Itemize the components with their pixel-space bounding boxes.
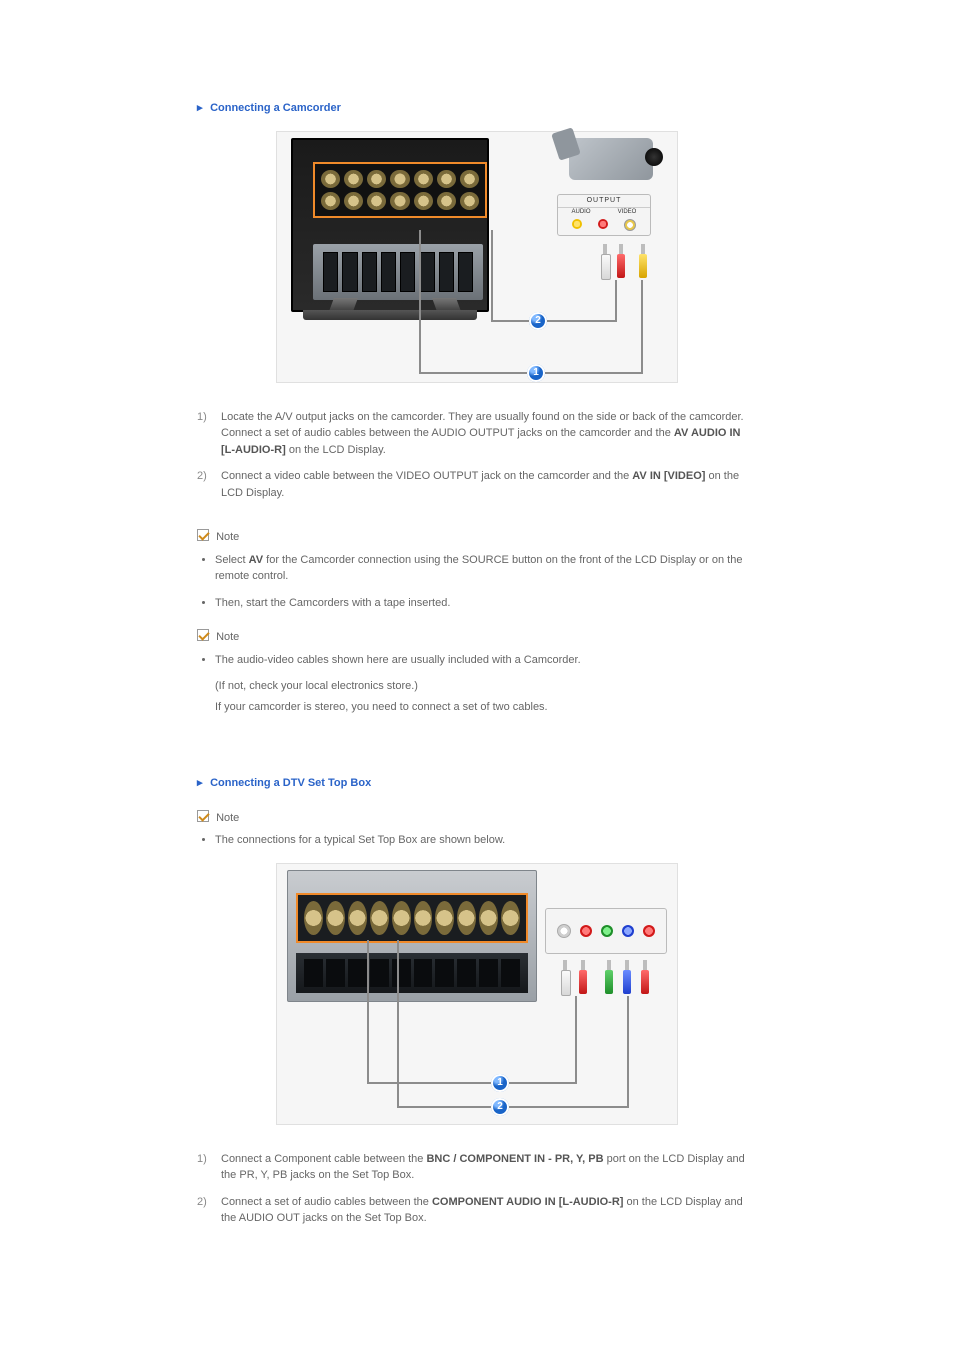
camcorder-connection-diagram: OUTPUT AUDIO VIDEO 2 1 bbox=[276, 131, 678, 383]
check-icon bbox=[197, 810, 209, 822]
camcorder-graphic bbox=[569, 138, 653, 180]
section-title: Connecting a DTV Set Top Box bbox=[210, 777, 371, 789]
component-r-plug-icon bbox=[641, 960, 649, 994]
note-list: The connections for a typical Set Top Bo… bbox=[197, 832, 757, 849]
step-index: 1) bbox=[197, 1151, 221, 1194]
callout-badge-1: 1 bbox=[491, 1074, 509, 1092]
video-plug-icon bbox=[639, 244, 647, 278]
highlighted-rear-panel bbox=[313, 162, 487, 218]
list-item: The connections for a typical Set Top Bo… bbox=[215, 832, 757, 849]
lcd-display-graphic bbox=[291, 138, 489, 312]
step-index: 2) bbox=[197, 1194, 221, 1237]
step-body: Connect a video cable between the VIDEO … bbox=[221, 468, 757, 511]
page-content: ▸ Connecting a Camcorder OUTPUT AUDIO VI… bbox=[197, 0, 757, 1307]
video-jack-icon bbox=[624, 219, 636, 231]
note-label: Note bbox=[197, 810, 757, 827]
audio-l-plug-icon bbox=[561, 960, 569, 996]
section-title: Connecting a Camcorder bbox=[210, 102, 341, 114]
callout-badge-2: 2 bbox=[491, 1098, 509, 1116]
audio-r-plug-icon bbox=[617, 244, 625, 278]
audio-r-jack-icon bbox=[598, 219, 608, 229]
section-heading-camcorder: ▸ Connecting a Camcorder bbox=[197, 100, 757, 117]
list-item: The audio-video cables shown here are us… bbox=[215, 652, 757, 716]
camcorder-steps: 1) Locate the A/V output jacks on the ca… bbox=[197, 409, 757, 512]
output-audio-label: AUDIO bbox=[558, 208, 604, 217]
chevron-right-icon: ▸ bbox=[197, 100, 207, 117]
component-pb-jack-icon bbox=[622, 925, 634, 937]
audio-l-plug-icon bbox=[601, 244, 609, 280]
check-icon bbox=[197, 529, 209, 541]
note-list: The audio-video cables shown here are us… bbox=[197, 652, 757, 716]
audio-r-plug-icon bbox=[579, 960, 587, 994]
camcorder-output-panel: OUTPUT AUDIO VIDEO bbox=[557, 194, 651, 236]
note-label: Note bbox=[197, 629, 757, 646]
highlighted-rear-panel bbox=[296, 893, 528, 943]
component-b-plug-icon bbox=[623, 960, 631, 994]
dtv-steps: 1) Connect a Component cable between the… bbox=[197, 1151, 757, 1237]
step-index: 2) bbox=[197, 468, 221, 511]
component-pr-jack-icon bbox=[643, 925, 655, 937]
step-index: 1) bbox=[197, 409, 221, 469]
component-y-jack-icon bbox=[601, 925, 613, 937]
output-label: OUTPUT bbox=[558, 195, 650, 209]
list-item: Select AV for the Camcorder connection u… bbox=[215, 552, 757, 585]
set-top-box-output-panel bbox=[545, 908, 667, 954]
list-item: Then, start the Camcorders with a tape i… bbox=[215, 595, 757, 612]
audio-l-jack-icon bbox=[572, 219, 582, 229]
check-icon bbox=[197, 629, 209, 641]
component-g-plug-icon bbox=[605, 960, 613, 994]
step-body: Locate the A/V output jacks on the camco… bbox=[221, 409, 757, 469]
chevron-right-icon: ▸ bbox=[197, 775, 207, 792]
callout-badge-2: 2 bbox=[529, 312, 547, 330]
step-body: Connect a set of audio cables between th… bbox=[221, 1194, 757, 1237]
audio-jack-icon bbox=[557, 924, 571, 938]
step-body: Connect a Component cable between the BN… bbox=[221, 1151, 757, 1194]
section-heading-dtv: ▸ Connecting a DTV Set Top Box bbox=[197, 775, 757, 792]
audio-jack-icon bbox=[580, 925, 592, 937]
note-label: Note bbox=[197, 529, 757, 546]
note-list: Select AV for the Camcorder connection u… bbox=[197, 552, 757, 612]
dtv-connection-diagram: 1 2 bbox=[276, 863, 678, 1125]
callout-badge-1: 1 bbox=[527, 364, 545, 382]
lcd-lower-panel bbox=[313, 244, 483, 300]
output-video-label: VIDEO bbox=[604, 208, 650, 217]
lcd-display-rear-graphic bbox=[287, 870, 537, 1002]
lcd-lower-panel bbox=[296, 953, 528, 993]
